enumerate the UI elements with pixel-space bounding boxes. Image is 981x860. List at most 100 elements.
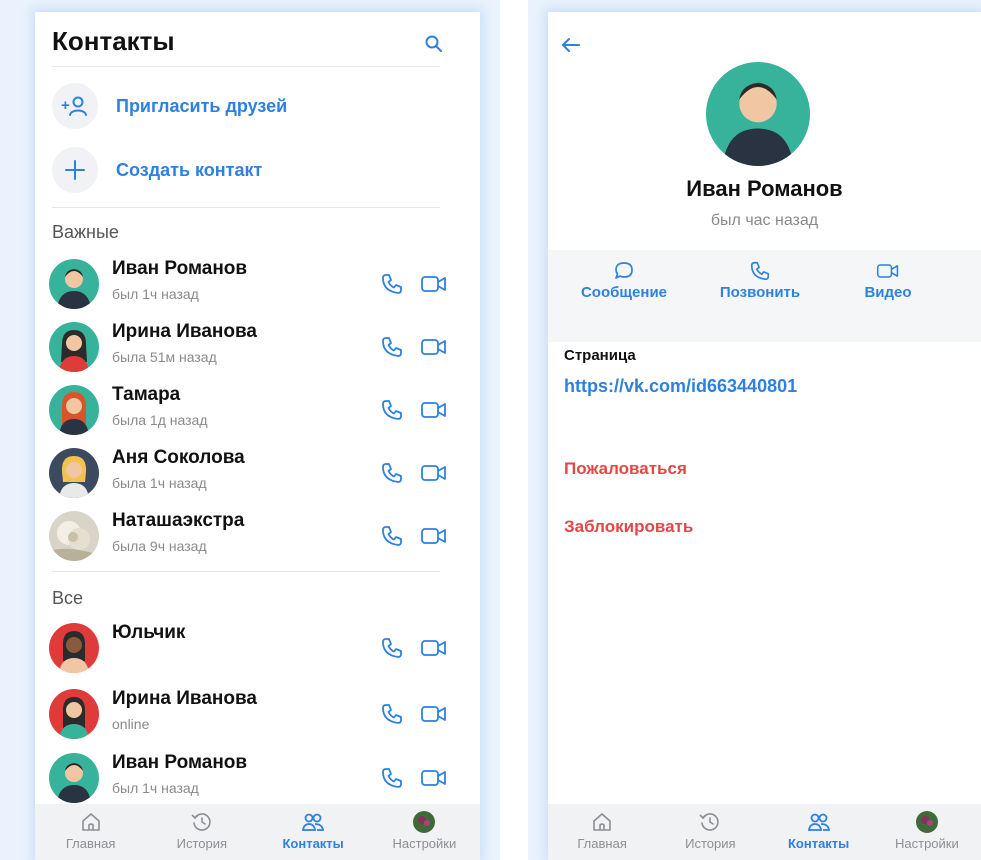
page-label: Страница <box>564 347 636 364</box>
video-icon[interactable] <box>420 636 448 660</box>
profile-status: был час назад <box>710 212 819 229</box>
tab-contacts-label: Контакты <box>282 836 344 851</box>
tab-settings-label: Настройки <box>895 836 959 851</box>
avatar <box>706 62 810 166</box>
contact-name: Ирина Иванова <box>112 321 257 342</box>
contact-name: Аня Соколова <box>112 447 245 468</box>
avatar <box>49 322 99 372</box>
contact-name: Тамара <box>112 384 181 405</box>
contacts-screen: Контакты + Пригласить друзей Создать кон… <box>35 12 480 860</box>
video-icon[interactable] <box>420 702 448 726</box>
video-icon[interactable] <box>420 335 448 359</box>
phone-icon[interactable] <box>380 461 404 485</box>
tab-settings[interactable]: Настройки <box>873 804 981 851</box>
tab-settings[interactable]: Настройки <box>369 804 480 851</box>
section-all-title: Все <box>52 588 84 608</box>
contact-item[interactable]: Наташаэкстра была 9ч назад <box>49 506 450 566</box>
contact-name: Юльчик <box>112 622 186 643</box>
contact-item[interactable]: Иван Романов был 1ч назад <box>49 254 450 314</box>
avatar <box>413 811 436 833</box>
phone-icon[interactable] <box>380 636 404 660</box>
invite-friends-button[interactable]: + Пригласить друзей <box>52 82 287 130</box>
tab-home[interactable]: Главная <box>35 804 146 851</box>
avatar <box>49 259 99 309</box>
report-button[interactable]: Пожаловаться <box>564 459 687 479</box>
profile-actions: Сообщение Позвонить Видео <box>548 250 981 342</box>
phone-icon[interactable] <box>380 335 404 359</box>
avatar <box>49 511 99 561</box>
contact-status: была 1ч назад <box>112 475 207 491</box>
phone-icon[interactable] <box>380 398 404 422</box>
call-label: Позвонить <box>719 284 801 301</box>
contact-status: был 1ч назад <box>112 780 199 796</box>
divider <box>52 66 440 67</box>
contact-item[interactable]: Ирина Иванова online <box>49 684 450 744</box>
contact-item[interactable]: Ирина Иванова была 51м назад <box>49 317 450 377</box>
video-icon[interactable] <box>420 398 448 422</box>
tab-history-label: История <box>685 836 736 851</box>
bottom-tab-bar: Главная История Контакты Настройки <box>35 804 480 860</box>
video-label: Видео <box>864 284 912 301</box>
search-icon[interactable] <box>424 34 444 54</box>
contact-status: online <box>112 716 150 732</box>
video-icon <box>876 264 899 278</box>
contact-name: Иван Романов <box>112 752 248 773</box>
history-icon <box>699 813 720 831</box>
video-icon[interactable] <box>420 461 448 485</box>
phone-icon[interactable] <box>380 766 404 790</box>
tab-home-label: Главная <box>65 836 116 851</box>
block-button[interactable]: Заблокировать <box>564 517 693 537</box>
page-link[interactable]: https://vk.com/id663440801 <box>564 376 797 397</box>
contact-item[interactable]: Иван Романов был 1ч назад <box>49 748 450 808</box>
tab-home-label: Главная <box>577 836 627 851</box>
avatar <box>915 811 938 833</box>
message-button[interactable]: Сообщение <box>564 260 684 301</box>
avatar <box>49 623 99 673</box>
avatar <box>49 448 99 498</box>
back-arrow-icon[interactable] <box>560 34 582 56</box>
tab-contacts[interactable]: Контакты <box>765 804 873 851</box>
phone-icon[interactable] <box>380 524 404 548</box>
contacts-icon <box>807 813 830 831</box>
profile-screen: Иван Романов был час назад Сообщение Поз… <box>548 12 981 860</box>
create-contact-button[interactable]: Создать контакт <box>52 146 262 194</box>
section-important-title: Важные <box>52 222 119 242</box>
avatar <box>49 385 99 435</box>
call-button[interactable]: Позвонить <box>700 260 820 301</box>
tab-history-label: История <box>176 836 228 851</box>
video-icon[interactable] <box>420 766 448 790</box>
plus-icon <box>52 147 98 193</box>
tab-history[interactable]: История <box>656 804 764 851</box>
create-contact-label: Создать контакт <box>116 159 263 180</box>
contact-item[interactable]: Аня Соколова была 1ч назад <box>49 443 450 503</box>
bottom-tab-bar: Главная История Контакты Настройки <box>548 804 981 860</box>
svg-text:+: + <box>61 97 70 114</box>
message-label: Сообщение <box>580 284 668 301</box>
contact-name: Наташаэкстра <box>112 510 245 531</box>
profile-name: Иван Романов <box>686 176 843 201</box>
avatar <box>49 689 99 739</box>
contact-name: Ирина Иванова <box>112 688 257 709</box>
phone-icon[interactable] <box>380 272 404 296</box>
contact-name: Иван Романов <box>112 258 248 279</box>
phone-icon[interactable] <box>380 702 404 726</box>
video-icon[interactable] <box>420 272 448 296</box>
video-button[interactable]: Видео <box>828 260 948 301</box>
tab-settings-label: Настройки <box>392 836 457 851</box>
contact-item[interactable]: Юльчик <box>49 618 450 678</box>
tab-contacts[interactable]: Контакты <box>258 804 369 851</box>
history-icon <box>191 813 211 831</box>
tab-history[interactable]: История <box>146 804 257 851</box>
contact-status: был 1ч назад <box>112 286 199 302</box>
tab-contacts-label: Контакты <box>787 836 850 851</box>
video-icon[interactable] <box>420 524 448 548</box>
contact-status: была 1д назад <box>112 412 208 428</box>
contacts-icon <box>302 813 325 831</box>
invite-friends-label: Пригласить друзей <box>116 95 288 116</box>
contact-item[interactable]: Тамара была 1д назад <box>49 380 450 440</box>
divider <box>52 207 440 208</box>
tab-home[interactable]: Главная <box>548 804 656 851</box>
avatar <box>49 753 99 803</box>
contact-status: была 9ч назад <box>112 538 207 554</box>
home-icon <box>81 813 100 831</box>
